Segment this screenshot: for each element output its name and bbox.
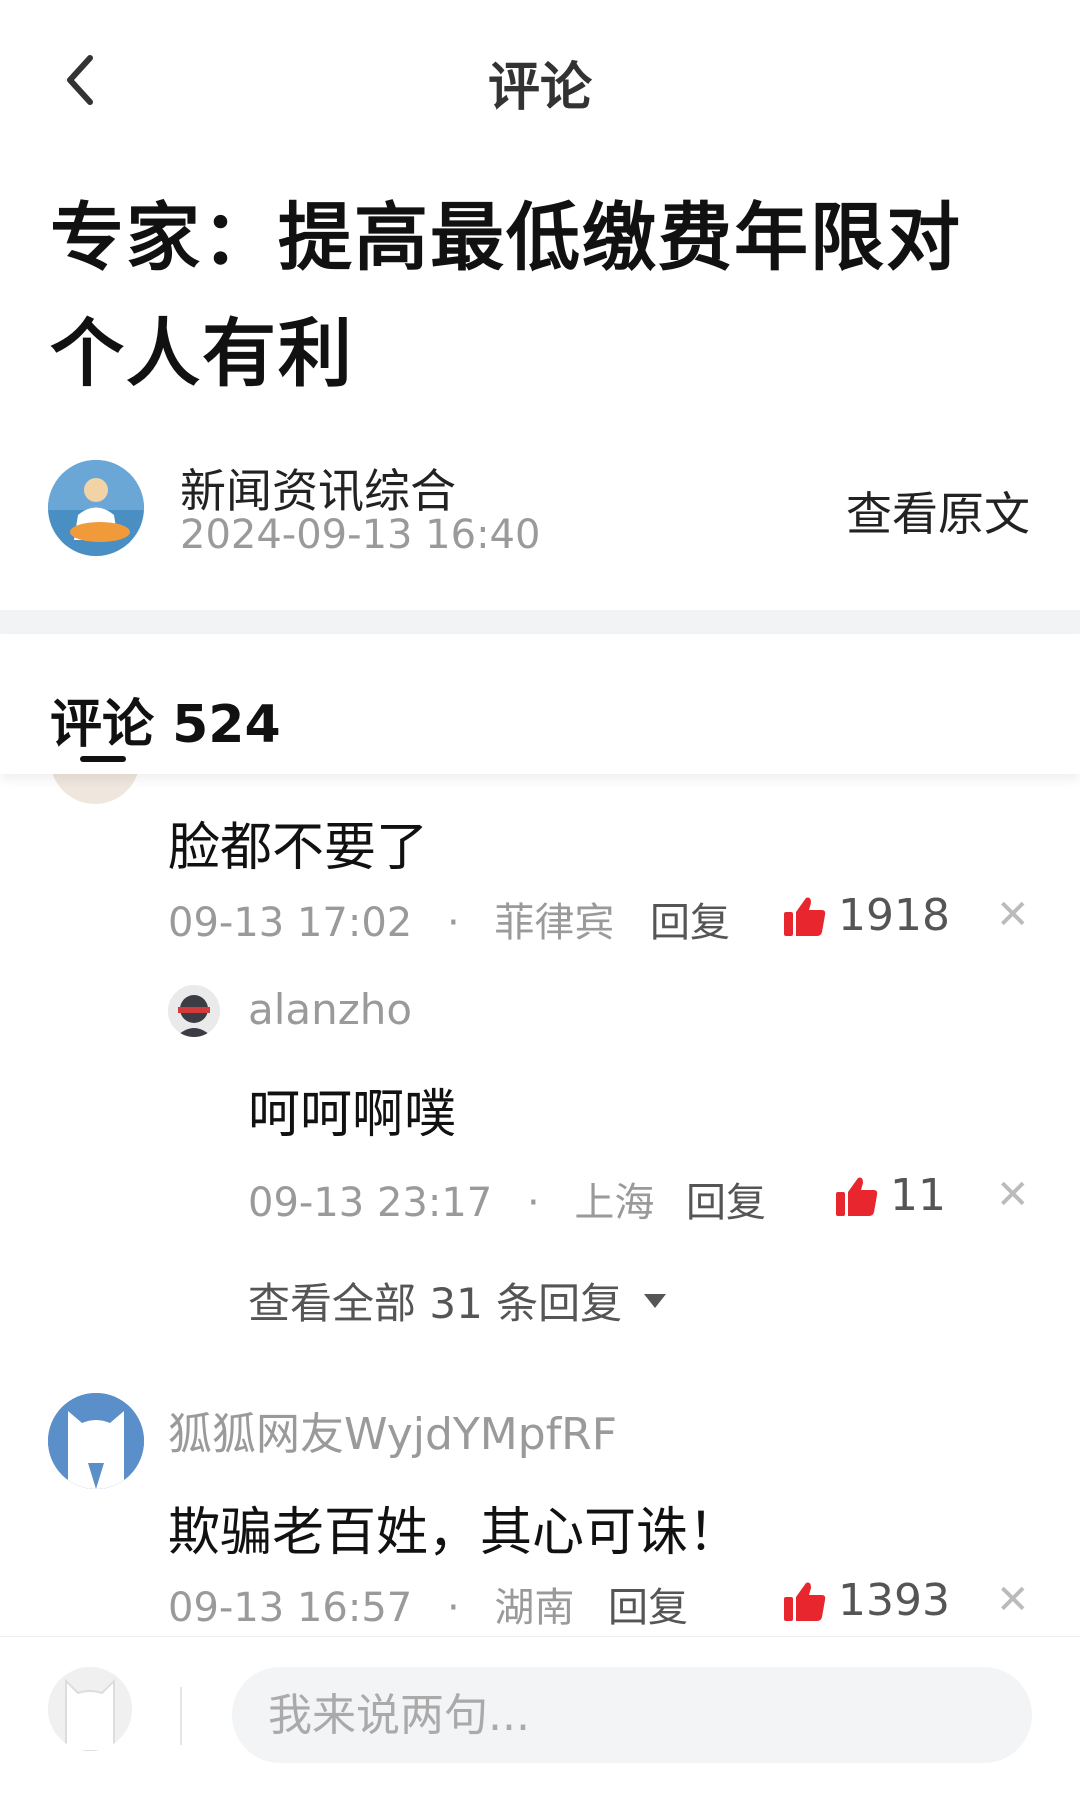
comment-composer xyxy=(0,1636,1080,1795)
comment-location: 湖南 xyxy=(494,1585,575,1631)
composer-divider xyxy=(180,1687,182,1745)
like-count: 1393 xyxy=(838,1575,950,1626)
reply-location: 上海 xyxy=(574,1180,655,1226)
meta-separator: · xyxy=(526,1180,540,1226)
comment-time: 09-13 16:57 xyxy=(168,1585,413,1631)
reply-meta: 09-13 23:17 · 上海 xyxy=(248,1170,654,1228)
my-avatar[interactable] xyxy=(48,1667,132,1751)
reply-text: 呵呵啊噗 xyxy=(248,1085,457,1145)
dropdown-triangle-icon xyxy=(644,1293,667,1308)
comment-meta: 09-13 16:57 · 湖南 xyxy=(168,1575,574,1633)
comment-text: 欺骗老百姓，其心可诛！ xyxy=(168,1503,741,1563)
tab-underline xyxy=(80,756,126,762)
reply-avatar[interactable] xyxy=(168,985,220,1037)
comment-time: 09-13 17:02 xyxy=(168,900,413,946)
like-button[interactable]: 1393 xyxy=(782,1575,950,1626)
thumbs-up-icon xyxy=(836,1177,878,1216)
top-bar: 评论 xyxy=(0,0,1080,160)
page-title: 评论 xyxy=(487,58,592,118)
meta-separator: · xyxy=(446,1585,460,1631)
like-count: 11 xyxy=(890,1170,946,1221)
comment-text: 脸都不要了 xyxy=(168,818,429,878)
comment-meta: 09-13 17:02 · 菲律宾 xyxy=(168,890,614,948)
view-all-replies-label: 查看全部 31 条回复 xyxy=(248,1279,623,1328)
view-original-link[interactable]: 查看原文 xyxy=(846,478,1030,544)
comment-location: 菲律宾 xyxy=(494,900,615,946)
commenter-username[interactable]: 狐狐网友WyjdYMpfRF xyxy=(168,1398,617,1462)
commenter-avatar[interactable] xyxy=(48,1393,144,1489)
thumbs-up-icon xyxy=(784,1582,826,1621)
like-button[interactable]: 11 xyxy=(834,1170,946,1221)
comments-count: 524 xyxy=(172,695,281,755)
close-icon[interactable]: ✕ xyxy=(996,1172,1030,1218)
close-icon[interactable]: ✕ xyxy=(996,1577,1030,1623)
like-button[interactable]: 1918 xyxy=(782,890,950,941)
author-avatar[interactable] xyxy=(48,460,144,556)
close-icon[interactable]: ✕ xyxy=(996,892,1030,938)
reply-button[interactable]: 回复 xyxy=(650,890,730,948)
reply-username[interactable]: alanzho xyxy=(248,985,412,1034)
thumbs-up-icon xyxy=(784,897,826,936)
article-title: 专家：提高最低缴费年限对个人有利 xyxy=(50,195,962,397)
meta-separator: · xyxy=(446,900,460,946)
reply-time: 09-13 23:17 xyxy=(248,1180,493,1226)
section-divider xyxy=(0,610,1080,634)
comments-tab-label: 评论 xyxy=(50,695,155,755)
comments-tab[interactable]: 评论 524 xyxy=(50,682,281,757)
reply-button[interactable]: 回复 xyxy=(608,1575,688,1633)
comments-header: 评论 524 xyxy=(0,634,1080,774)
publish-time: 2024-09-13 16:40 xyxy=(180,512,541,558)
view-all-replies-button[interactable]: 查看全部 31 条回复 xyxy=(248,1270,667,1331)
like-count: 1918 xyxy=(838,890,950,941)
reply-button[interactable]: 回复 xyxy=(686,1170,766,1228)
comment-input[interactable] xyxy=(232,1667,1032,1763)
